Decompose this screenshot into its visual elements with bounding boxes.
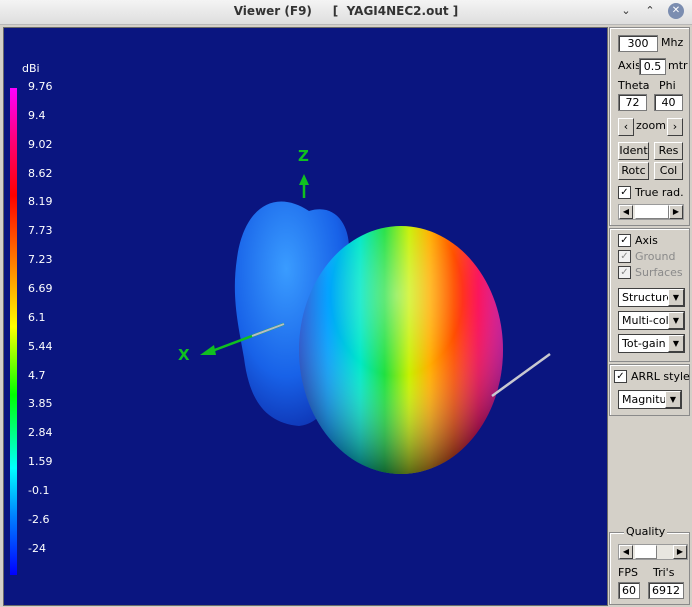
arrl-style-label: ARRL style (631, 370, 690, 383)
legend-label: 3.85 (28, 397, 53, 411)
legend-label: 7.23 (28, 253, 53, 267)
gain-select-value: Tot-gain (622, 337, 666, 350)
close-icon[interactable]: ✕ (668, 3, 684, 19)
quality-left-icon[interactable]: ◀ (619, 545, 633, 559)
true-rad-slider[interactable]: ◀ ▶ (618, 204, 684, 220)
phi-input[interactable]: 40 (654, 94, 683, 111)
res-button[interactable]: Res (654, 142, 683, 160)
theta-input[interactable]: 72 (618, 94, 647, 111)
tris-value: 6912 (648, 582, 684, 599)
zoom-label: zoom (636, 119, 666, 132)
axis-length-label: Axis (618, 59, 641, 72)
legend-label: 9.4 (28, 108, 46, 122)
legend-label: 4.7 (28, 368, 46, 382)
fps-label: FPS (618, 566, 638, 579)
z-axis-arrowhead (299, 174, 309, 185)
x-axis-label: X (178, 346, 190, 364)
theta-label: Theta (618, 79, 650, 92)
phi-label: Phi (659, 79, 676, 92)
z-axis-label: Z (298, 147, 309, 165)
minimize-icon[interactable]: ⌄ (618, 3, 634, 19)
legend-label: -24 (28, 541, 46, 555)
legend-label: 9.76 (28, 80, 53, 93)
legend-label: 7.73 (28, 224, 53, 238)
radiation-pattern-graphic: X Z (178, 147, 551, 474)
chevron-down-icon[interactable]: ▼ (668, 289, 684, 306)
legend-label: 8.62 (28, 166, 53, 180)
quality-right-icon[interactable]: ▶ (673, 545, 687, 559)
axis-length-input[interactable]: 0.5 (639, 58, 666, 75)
fps-value: 60 (618, 582, 640, 599)
slider-thumb[interactable] (635, 205, 669, 219)
frequency-input[interactable]: 300 (618, 35, 658, 52)
ground-label: Ground (635, 250, 676, 263)
rotc-button[interactable]: Rotc (618, 162, 649, 180)
restore-icon[interactable]: ⌃ (642, 3, 658, 19)
arrl-style-checkbox[interactable]: ✓ (614, 370, 627, 383)
axis-length-unit: mtr (668, 59, 688, 72)
radiation-pattern-viewport[interactable]: X Z dBi 9.76 9.4 9.02 8.62 8.19 7.73 7.23 6.69 6… (3, 27, 608, 606)
legend-color-bar (10, 88, 17, 575)
zoom-out-button[interactable]: ‹ (618, 118, 634, 136)
magnitude-select[interactable]: Magnituc ▼ (618, 390, 682, 409)
slider-right-icon[interactable]: ▶ (669, 205, 683, 219)
surfaces-checkbox[interactable]: ✓ (618, 266, 631, 279)
true-rad-label: True rad. (635, 186, 684, 199)
structure-select[interactable]: Structure ▼ (618, 288, 685, 307)
gain-select[interactable]: Tot-gain ▼ (618, 334, 685, 353)
tris-label: Tri's (653, 566, 675, 579)
legend-label: 9.02 (28, 137, 53, 151)
slider-left-icon[interactable]: ◀ (619, 205, 633, 219)
x-axis-arrowhead (200, 345, 216, 355)
quality-thumb[interactable] (635, 545, 657, 559)
quality-slider[interactable]: ◀ ▶ (618, 544, 688, 560)
legend-label: -0.1 (28, 483, 50, 497)
frequency-unit: Mhz (661, 36, 684, 49)
title-bar: Viewer (F9) [ YAGI4NEC2.out ] ⌄ ⌃ ✕ (0, 0, 692, 25)
axis-checkbox[interactable]: ✓ (618, 234, 631, 247)
legend-label: 5.44 (28, 339, 53, 353)
legend-label: 8.19 (28, 195, 53, 209)
legend-label: 6.1 (28, 310, 46, 324)
ground-checkbox[interactable]: ✓ (618, 250, 631, 263)
legend-label: -2.6 (28, 512, 50, 526)
color-mode-select[interactable]: Multi-colo ▼ (618, 311, 685, 330)
axis-checkbox-label: Axis (635, 234, 658, 247)
true-rad-checkbox[interactable]: ✓ (618, 186, 631, 199)
col-button[interactable]: Col (654, 162, 683, 180)
window-title: Viewer (F9) [ YAGI4NEC2.out ] (233, 4, 459, 18)
ident-button[interactable]: Ident (618, 142, 649, 160)
legend-unit: dBi (22, 62, 40, 75)
surfaces-label: Surfaces (635, 266, 683, 279)
zoom-in-button[interactable]: › (667, 118, 683, 136)
chevron-down-icon[interactable]: ▼ (668, 312, 684, 329)
legend-label: 6.69 (28, 282, 53, 295)
chevron-down-icon[interactable]: ▼ (665, 391, 681, 408)
structure-select-value: Structure (622, 291, 674, 304)
legend-label: 1.59 (28, 455, 53, 469)
main-lobe-shade (299, 226, 503, 474)
legend-label: 2.84 (28, 426, 53, 440)
chevron-down-icon[interactable]: ▼ (668, 335, 684, 352)
quality-label: Quality (624, 525, 668, 538)
